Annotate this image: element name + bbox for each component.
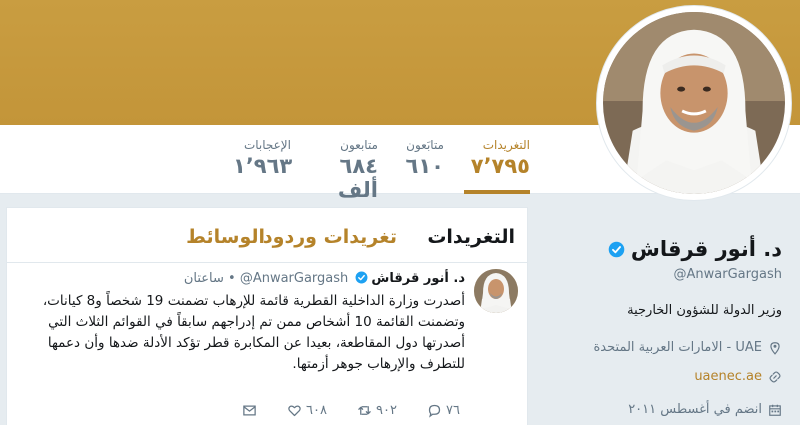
tweet-author-name[interactable]: د. أنور قرقاش [371, 271, 465, 286]
profile-bio: وزير الدولة للشؤون الخارجية [627, 303, 782, 318]
stat-followers-value: ٦٨٤ ألف [337, 154, 378, 202]
retweet-icon [358, 406, 371, 415]
tab-tweets-and-replies[interactable]: تغريدات وردود [263, 226, 397, 248]
stat-following-label: متابَعون [406, 138, 444, 152]
tweets-panel: التغريدات تغريدات وردود الوسائط د. أنور … [6, 207, 528, 425]
profile-joined: انضم في أغسطس ٢٠١١ [628, 402, 782, 417]
stat-likes-label: الإعجابات [243, 138, 291, 152]
stat-following[interactable]: متابَعون ٦١٠ [396, 138, 444, 178]
reply-count: ٧٦ [446, 403, 460, 418]
tweet[interactable]: د. أنور قرقاش @AnwarGargash • ساعتان أصد… [7, 263, 527, 425]
tweet-header: د. أنور قرقاش @AnwarGargash • ساعتان [184, 271, 465, 286]
like-button[interactable]: ٦٠٨ [287, 403, 327, 418]
retweet-count: ٩٠٢ [376, 403, 397, 418]
stat-tweets-label: التغريدات [482, 138, 530, 152]
tab-media[interactable]: الوسائط [186, 226, 265, 248]
envelope-icon [243, 405, 256, 416]
reply-button[interactable]: ٧٦ [427, 403, 460, 418]
profile-name-row: د. أنور قرقاش [608, 237, 782, 261]
tweet-text: أصدرت وزارة الداخلية القطرية قائمة للإره… [42, 293, 465, 372]
stat-tweets[interactable]: التغريدات ٧٬٧٩٥ [464, 138, 530, 194]
tweet-actions: ٧٦ ٩٠٢ ٦٠٨ [7, 403, 527, 421]
verified-badge-icon [355, 271, 368, 284]
like-count: ٦٠٨ [306, 403, 327, 418]
profile-photo [603, 12, 785, 194]
profile-website-link[interactable]: uaenec.ae [694, 369, 762, 384]
timeline-tabs: التغريدات تغريدات وردود الوسائط [7, 208, 527, 263]
stat-followers[interactable]: متابعون ٦٨٤ ألف [308, 138, 378, 202]
tweet-avatar-photo [474, 269, 518, 313]
calendar-icon [769, 404, 781, 416]
profile-location-text: UAE - الامارات العربية المتحدة [593, 340, 763, 355]
profile-sidebar: د. أنور قرقاش @AnwarGargash وزير الدولة … [540, 207, 800, 424]
stat-tweets-value: ٧٬٧٩٥ [470, 154, 530, 178]
profile-handle[interactable]: @AnwarGargash [674, 267, 782, 282]
profile-name[interactable]: د. أنور قرقاش [631, 237, 782, 261]
stat-likes-value: ١٬٩٦٣ [233, 154, 293, 178]
profile-location: UAE - الامارات العربية المتحدة [594, 340, 783, 355]
tab-tweets[interactable]: التغريدات [427, 226, 515, 248]
retweet-button[interactable]: ٩٠٢ [357, 403, 397, 418]
stat-likes[interactable]: الإعجابات ١٬٩٦٣ [233, 138, 293, 178]
stat-followers-label: متابعون [340, 138, 378, 152]
stat-following-value: ٦١٠ [405, 154, 444, 178]
profile-avatar[interactable] [596, 5, 792, 201]
verified-badge-icon [608, 241, 625, 257]
heart-icon [288, 405, 301, 417]
tweet-timestamp[interactable]: ساعتان [184, 271, 224, 286]
location-pin-icon [770, 341, 780, 355]
reply-icon [428, 404, 441, 418]
direct-message-button[interactable] [242, 403, 257, 418]
tweet-header-separator: • [228, 271, 236, 286]
tweet-author-handle[interactable]: @AnwarGargash [240, 271, 348, 286]
profile-website[interactable]: uaenec.ae [694, 369, 782, 384]
tweet-avatar[interactable] [474, 269, 518, 313]
link-icon [769, 370, 781, 383]
profile-joined-text: انضم في أغسطس ٢٠١١ [628, 402, 762, 417]
